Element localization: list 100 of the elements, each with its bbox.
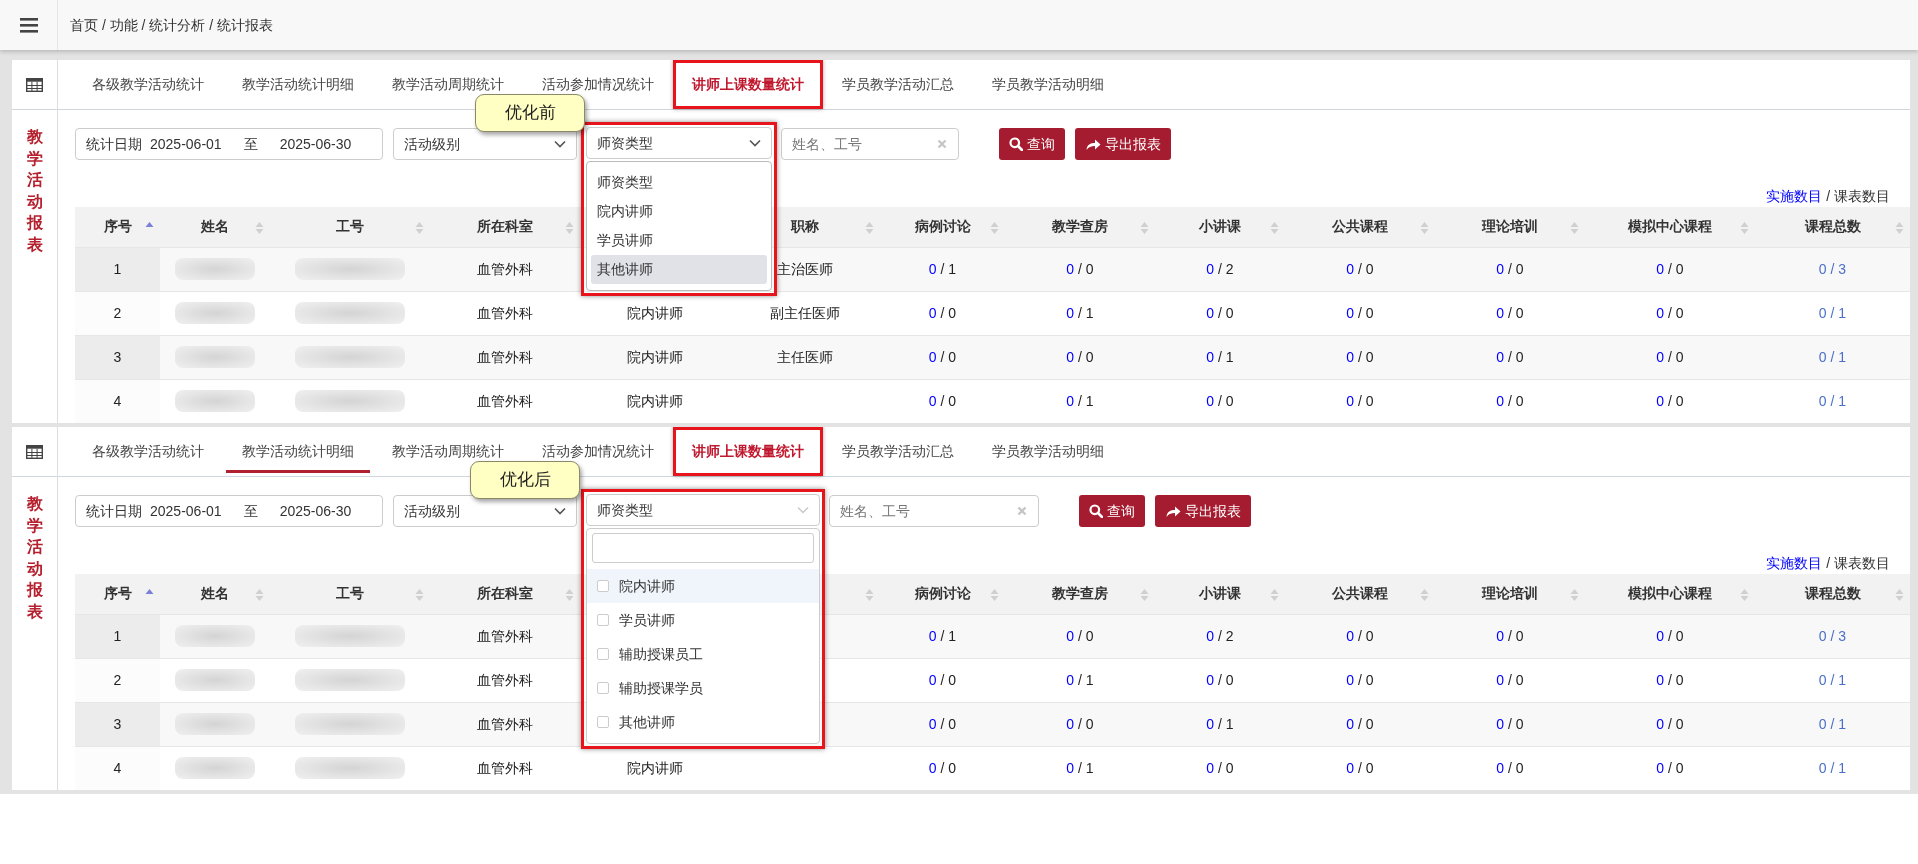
legend-text: 实施数目 / 课表数目	[1765, 554, 1891, 573]
level-select[interactable]: 活动级别	[393, 495, 577, 527]
tab[interactable]: 讲师上课数量统计	[673, 60, 823, 109]
tab[interactable]: 教学活动统计明细	[223, 427, 373, 476]
name-search-field[interactable]: 姓名、工号	[781, 128, 959, 160]
share-arrow-icon	[1165, 504, 1181, 518]
dropdown-option[interactable]: 院内讲师	[591, 197, 767, 226]
option-label[interactable]: 其他讲师	[619, 711, 675, 733]
table-cell: 血管外科	[430, 614, 580, 658]
clear-icon[interactable]	[937, 139, 947, 149]
table-cell: 0 / 1	[1155, 335, 1285, 379]
table-cell: 0 / 0	[1285, 746, 1435, 790]
column-header[interactable]: 工号	[336, 583, 364, 605]
sort-icon[interactable]	[865, 220, 874, 235]
column-header[interactable]: 工号	[336, 216, 364, 238]
table-cell: 0 / 0	[1585, 247, 1755, 291]
type-select[interactable]: 师资类型	[586, 494, 820, 526]
sort-icon[interactable]	[1740, 220, 1749, 235]
checkbox[interactable]	[597, 716, 609, 728]
checkbox[interactable]	[597, 614, 609, 626]
tab[interactable]: 学员教学活动明细	[973, 427, 1123, 476]
query-button[interactable]: 查询	[1079, 495, 1145, 527]
column-header[interactable]: 小讲课	[1199, 216, 1241, 238]
dropdown-option[interactable]: 其他讲师	[591, 255, 767, 284]
tab[interactable]: 各级教学活动统计	[73, 427, 223, 476]
tab[interactable]: 学员教学活动汇总	[823, 427, 973, 476]
table-cell: 0 / 0	[1435, 247, 1585, 291]
sort-icon[interactable]	[565, 220, 574, 235]
sort-icon[interactable]	[1420, 220, 1429, 235]
checkbox[interactable]	[597, 580, 609, 592]
column-header[interactable]: 职称	[791, 216, 819, 238]
table-cell: 0 / 1	[1755, 702, 1910, 746]
name-search-field[interactable]: 姓名、工号	[829, 495, 1039, 527]
table-cell: 0 / 0	[1585, 335, 1755, 379]
table-cell: 0 / 0	[1005, 614, 1155, 658]
type-select[interactable]: 师资类型	[586, 127, 772, 159]
sort-icon[interactable]	[990, 220, 999, 235]
table-cell: 院内讲师	[580, 379, 730, 423]
sort-icon[interactable]	[990, 587, 999, 602]
range-separator: 至	[243, 501, 258, 521]
table-cell: 0 / 0	[1435, 746, 1585, 790]
column-header[interactable]: 小讲课	[1199, 583, 1241, 605]
table-cell: 院内讲师	[580, 746, 730, 790]
table-cell: 0 / 1	[1755, 335, 1910, 379]
table-cell: 0 / 0	[1435, 379, 1585, 423]
column-header[interactable]: 序号	[103, 216, 132, 238]
table-cell: 1	[75, 247, 160, 291]
table-cell: 0 / 1	[1755, 746, 1910, 790]
clear-icon[interactable]	[1017, 506, 1027, 516]
search-icon	[1009, 137, 1023, 151]
column-header[interactable]: 姓名	[201, 216, 229, 238]
sort-icon[interactable]	[1895, 220, 1904, 235]
date-range-field[interactable]: 统计日期 2025-06-01 至 2025-06-30	[75, 495, 383, 527]
table-cell: 0 / 0	[1435, 702, 1585, 746]
table-cell: 0 / 0	[880, 335, 1005, 379]
table-cell: 血管外科	[430, 379, 580, 423]
sort-icon[interactable]	[565, 587, 574, 602]
tab[interactable]: 学员教学活动汇总	[823, 60, 973, 109]
table-icon[interactable]	[26, 77, 43, 92]
sort-icon[interactable]	[865, 587, 874, 602]
export-button[interactable]: 导出报表	[1075, 128, 1171, 160]
chevron-icon	[797, 506, 809, 514]
checkbox[interactable]	[597, 682, 609, 694]
sort-icon[interactable]	[255, 220, 264, 235]
breadcrumb: 首页 / 功能 / 统计分析 / 统计报表	[69, 15, 273, 35]
sort-icon[interactable]	[1270, 587, 1279, 602]
sort-icon[interactable]	[1740, 587, 1749, 602]
sort-icon[interactable]	[1570, 587, 1579, 602]
sort-icon[interactable]	[1895, 587, 1904, 602]
export-button[interactable]: 导出报表	[1155, 495, 1251, 527]
option-label[interactable]: 学员讲师	[619, 609, 675, 631]
menu-icon[interactable]	[19, 17, 38, 33]
tab[interactable]: 教学活动统计明细	[223, 60, 373, 109]
sort-icon[interactable]	[415, 220, 424, 235]
query-button[interactable]: 查询	[999, 128, 1065, 160]
sort-icon[interactable]	[1570, 220, 1579, 235]
table-cell: 0 / 0	[1285, 614, 1435, 658]
sort-icon[interactable]	[1420, 587, 1429, 602]
search-field[interactable]	[592, 533, 814, 563]
checkbox[interactable]	[597, 648, 609, 660]
option-label[interactable]: 辅助授课员工	[619, 643, 703, 665]
column-header[interactable]: 序号	[103, 583, 132, 605]
option-label[interactable]: 院内讲师	[619, 575, 675, 597]
sort-icon[interactable]	[1270, 220, 1279, 235]
level-select[interactable]: 活动级别	[393, 128, 577, 160]
sort-icon[interactable]	[415, 587, 424, 602]
dropdown-option[interactable]: 师资类型	[591, 168, 767, 197]
option-label[interactable]: 辅助授课学员	[619, 677, 703, 699]
tab[interactable]: 讲师上课数量统计	[673, 427, 823, 476]
table-cell: 0 / 0	[880, 379, 1005, 423]
table-icon[interactable]	[26, 444, 43, 459]
sort-icon[interactable]	[255, 587, 264, 602]
sort-icon[interactable]	[1140, 587, 1149, 602]
column-header[interactable]: 姓名	[201, 583, 229, 605]
sort-icon[interactable]	[1140, 220, 1149, 235]
tab[interactable]: 各级教学活动统计	[73, 60, 223, 109]
table-cell: 0 / 0	[1155, 746, 1285, 790]
date-range-field[interactable]: 统计日期 2025-06-01 至 2025-06-30	[75, 128, 383, 160]
table-cell: 0 / 0	[1585, 614, 1755, 658]
tab[interactable]: 学员教学活动明细	[973, 60, 1123, 109]
